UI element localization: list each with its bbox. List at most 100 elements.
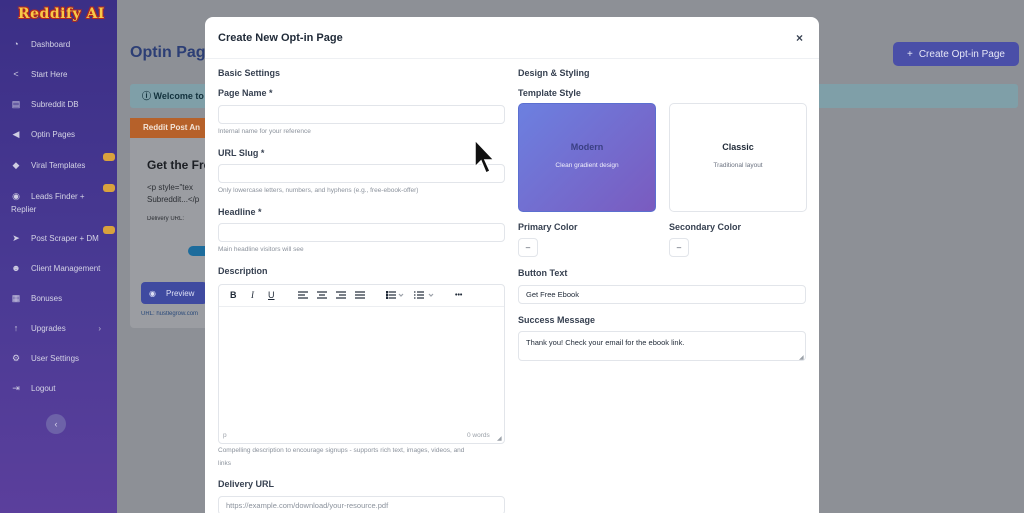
template-modern-option[interactable]: Modern Clean gradient design [518, 103, 656, 212]
modal-divider [205, 58, 819, 59]
url-slug-label: URL Slug * [218, 148, 265, 158]
page-title: Optin Page [130, 44, 215, 61]
sidebar-item-label: Upgrades [31, 323, 66, 333]
align-justify-icon[interactable] [355, 289, 365, 301]
sidebar-item-subreddit-db[interactable]: ▤ Subreddit DB [0, 93, 117, 115]
sidebar-item-leads-finder-line2[interactable]: Replier [0, 198, 117, 220]
secondary-color-label: Secondary Color [669, 222, 742, 232]
description-hint: Compelling description to encourage sign… [218, 447, 465, 454]
close-icon[interactable]: × [796, 31, 803, 45]
sidebar-item-bonuses[interactable]: ▦ Bonuses [0, 287, 117, 309]
sidebar-item-label: Client Management [31, 263, 101, 273]
card-description: <p style="tex Subreddit...</p [147, 183, 200, 204]
underline-button[interactable]: U [268, 289, 275, 301]
card-header: Reddit Post An [130, 118, 210, 138]
sidebar-item-label: Start Here [31, 69, 68, 79]
button-text-input[interactable]: Get Free Ebook [518, 285, 806, 304]
sidebar-item-post-scraper[interactable]: ➤ Post Scraper + DM [0, 226, 117, 249]
delivery-url-label: Delivery URL [218, 479, 275, 489]
more-options-icon[interactable]: ••• [455, 289, 462, 301]
template-classic-option[interactable]: Classic Traditional layout [669, 103, 807, 212]
database-icon: ▤ [11, 98, 21, 109]
sidebar-collapse-button[interactable]: ‹ [46, 414, 66, 434]
new-badge [103, 226, 115, 234]
modal-title: Create New Opt-in Page [218, 32, 343, 44]
preview-button[interactable]: ◉ Preview [141, 282, 207, 304]
sidebar-item-viral-templates[interactable]: ◆ Viral Templates [0, 153, 117, 176]
sidebar-item-label: User Settings [31, 353, 80, 363]
mouse-cursor-icon [474, 139, 496, 175]
headline-input[interactable] [218, 223, 505, 242]
align-center-icon[interactable] [317, 289, 327, 301]
numbered-list-icon[interactable] [414, 289, 436, 301]
bullet-list-icon[interactable] [386, 289, 404, 301]
headline-hint: Main headline visitors will see [218, 246, 304, 253]
sidebar-item-user-settings[interactable]: ⚙ User Settings [0, 347, 117, 369]
align-left-icon[interactable] [298, 289, 308, 301]
sidebar-item-upgrades[interactable]: ↑ Upgrades › [0, 317, 117, 339]
new-badge [103, 153, 115, 161]
welcome-text: ⓘ Welcome to [142, 91, 204, 101]
page-name-label: Page Name * [218, 88, 273, 98]
sidebar-item-label: Post Scraper + DM [31, 233, 99, 243]
sidebar-item-optin-pages[interactable]: ◀ Optin Pages [0, 123, 117, 145]
eye-icon: ◉ [149, 288, 156, 298]
description-hint-cont: links [218, 460, 232, 467]
button-text-label: Button Text [518, 268, 568, 278]
sidebar-item-label: Viral Templates [31, 160, 86, 170]
description-editor[interactable] [218, 284, 505, 444]
create-optin-page-button[interactable]: + Create Opt-in Page [893, 42, 1019, 66]
template-name: Modern [570, 142, 604, 152]
card-url[interactable]: URL: hustlegrow.com [141, 311, 207, 317]
new-badge [103, 184, 115, 192]
gift-icon: ▦ [11, 292, 21, 303]
sidebar-item-label: Bonuses [31, 293, 63, 303]
gear-icon: ⚙ [11, 352, 21, 363]
sidebar-item-logout[interactable]: ⇥ Logout [0, 377, 117, 399]
delivery-url-input[interactable]: https://example.com/download/your-resour… [218, 496, 505, 513]
resize-handle-icon[interactable]: ◢ [799, 354, 804, 361]
headline-label: Headline * [218, 207, 262, 217]
description-label: Description [218, 266, 268, 276]
welcome-label: Welcome to [153, 91, 204, 101]
secondary-color-picker[interactable]: – [669, 238, 689, 257]
sidebar-item-label: Dashboard [31, 39, 71, 49]
template-style-label: Template Style [518, 88, 581, 98]
sidebar-item-label: Subreddit DB [31, 99, 79, 109]
url-slug-hint: Only lowercase letters, numbers, and hyp… [218, 187, 419, 194]
template-description: Clean gradient design [555, 162, 619, 169]
sidebar-item-label: Logout [31, 383, 56, 393]
success-message-label: Success Message [518, 315, 596, 325]
align-right-icon[interactable] [336, 289, 346, 301]
primary-color-picker[interactable]: – [518, 238, 538, 257]
logout-icon: ⇥ [12, 382, 20, 393]
sidebar-item-label: Replier [11, 204, 37, 214]
sidebar-item-label: Optin Pages [31, 129, 76, 139]
plus-icon: + [906, 48, 913, 60]
sidebar-item-client-management[interactable]: ☻ Client Management [0, 257, 117, 279]
dashboard-icon: ◔ [13, 39, 19, 49]
primary-color-label: Primary Color [518, 222, 578, 232]
template-description: Traditional layout [713, 162, 763, 169]
sidebar-item-start-here[interactable]: < Start Here [0, 63, 117, 85]
editor-word-count: 0 words [467, 432, 490, 439]
page-name-hint: Internal name for your reference [218, 128, 311, 135]
arrow-up-icon: ↑ [13, 323, 19, 333]
create-optin-page-label: Create Opt-in Page [918, 48, 1005, 60]
share-icon: < [13, 69, 19, 79]
preview-label: Preview [165, 288, 195, 298]
fire-icon: ◆ [12, 159, 20, 170]
card-title: Get the Fre [147, 158, 207, 172]
url-slug-input[interactable] [218, 164, 505, 183]
sidebar-item-dashboard[interactable]: ◔ Dashboard [0, 33, 117, 55]
send-icon: ➤ [12, 232, 20, 243]
chevron-right-icon: › [98, 323, 101, 333]
italic-button[interactable]: I [251, 289, 254, 301]
bold-button[interactable]: B [230, 289, 237, 301]
success-message-textarea[interactable]: Thank you! Check your email for the eboo… [518, 331, 806, 361]
megaphone-icon: ◀ [12, 128, 20, 139]
page-name-input[interactable] [218, 105, 505, 124]
app-logo[interactable]: Reddify AI [18, 6, 105, 22]
resize-handle-icon[interactable]: ◢ [497, 435, 502, 442]
editor-path: p [223, 432, 227, 439]
